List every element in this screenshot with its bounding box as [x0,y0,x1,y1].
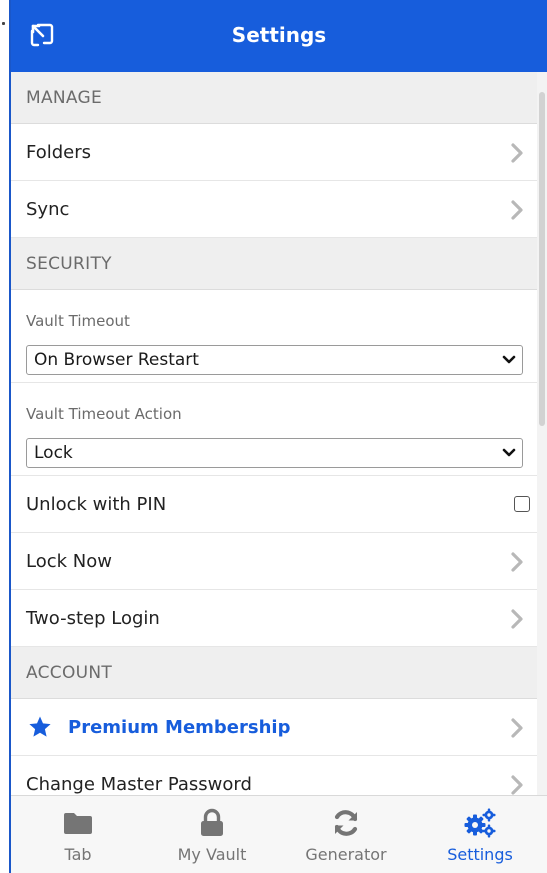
scrollbar-thumb[interactable] [539,92,545,426]
lock-icon [195,808,229,838]
sync-row[interactable]: Sync [11,181,547,238]
vault-timeout-action-row: Vault Timeout Action Lock [11,383,547,476]
tab-settings[interactable]: Settings [413,796,547,873]
folders-label: Folders [26,142,92,163]
settings-app: Settings MANAGE Folders Sync SECURITY Va… [11,0,547,873]
vault-timeout-select[interactable]: On Browser Restart [26,345,523,375]
refresh-icon [329,808,363,838]
change-master-password-row[interactable]: Change Master Password [11,756,547,795]
vault-timeout-action-label: Vault Timeout Action [26,405,182,423]
tab-label: Tab [64,845,92,864]
tab-label: My Vault [177,845,247,864]
page-title: Settings [231,23,327,47]
section-header-security: SECURITY [11,238,547,290]
tab-label: Generator [305,845,387,864]
unlock-pin-label: Unlock with PIN [26,494,167,515]
section-header-account: ACCOUNT [11,647,547,699]
star-icon [29,716,51,737]
two-step-login-row[interactable]: Two-step Login [11,590,547,647]
vault-timeout-value: On Browser Restart [34,350,199,370]
vault-timeout-label: Vault Timeout [26,312,130,330]
tab-label: Settings [447,845,513,864]
lock-now-label: Lock Now [26,551,112,572]
two-step-login-label: Two-step Login [26,608,160,629]
vault-timeout-action-value: Lock [34,443,73,463]
tab-generator[interactable]: Generator [279,796,413,873]
chevron-down-icon [502,448,516,457]
premium-membership-label: Premium Membership [68,717,291,738]
chevron-right-icon [511,200,523,220]
lock-now-row[interactable]: Lock Now [11,533,547,590]
chevron-right-icon [511,552,523,572]
folders-row[interactable]: Folders [11,124,547,181]
vault-timeout-row: Vault Timeout On Browser Restart [11,290,547,383]
browser-popup-frame: Settings MANAGE Folders Sync SECURITY Va… [0,0,547,873]
unlock-pin-row[interactable]: Unlock with PIN [11,476,547,533]
section-header-manage: MANAGE [11,72,547,124]
chevron-right-icon [511,143,523,163]
tab-my-vault[interactable]: My Vault [145,796,279,873]
chevron-right-icon [511,609,523,629]
folder-icon [61,808,95,838]
window-left-edge [0,0,11,873]
vault-timeout-action-select[interactable]: Lock [26,438,523,468]
change-master-password-label: Change Master Password [26,774,252,795]
tab-tab[interactable]: Tab [11,796,145,873]
chevron-right-icon [511,718,523,738]
scrollbar[interactable] [537,72,547,795]
sync-label: Sync [26,199,70,220]
settings-list[interactable]: MANAGE Folders Sync SECURITY Vault Timeo… [11,72,547,795]
premium-membership-row[interactable]: Premium Membership [11,699,547,756]
chevron-right-icon [511,775,523,795]
bottom-tab-bar: Tab My Vault Generator Settings [11,795,547,873]
header-bar: Settings [11,0,547,72]
unlock-pin-checkbox[interactable] [514,496,530,512]
chevron-down-icon [502,355,516,364]
cogs-icon [463,808,497,838]
edge-dot [2,22,5,25]
